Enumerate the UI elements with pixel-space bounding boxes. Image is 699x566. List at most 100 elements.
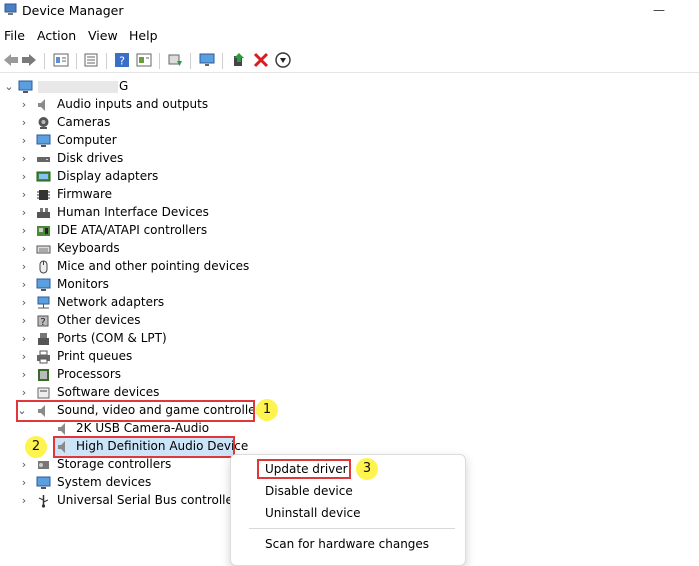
- computer-icon: [36, 134, 51, 147]
- tree-item[interactable]: › Human Interface Devices: [0, 204, 699, 222]
- chevron-right-icon[interactable]: ›: [18, 240, 30, 258]
- context-menu: Update driver 3 Disable device Uninstall…: [230, 454, 466, 566]
- redacted-computer-name: [38, 81, 118, 93]
- minimize-button[interactable]: —: [636, 0, 682, 22]
- tree-item[interactable]: › Processors: [0, 366, 699, 384]
- tree-item-label: Audio inputs and outputs: [57, 97, 209, 111]
- chevron-right-icon[interactable]: ›: [18, 186, 30, 204]
- show-hide-icon[interactable]: [82, 51, 100, 69]
- update-driver-icon[interactable]: [166, 51, 184, 69]
- menu-file[interactable]: File: [4, 28, 25, 43]
- highlight-box-1: [16, 400, 255, 422]
- unknown-device-icon: ?: [37, 315, 49, 328]
- chevron-right-icon[interactable]: ›: [18, 366, 30, 384]
- forward-icon[interactable]: [20, 51, 38, 69]
- context-menu-uninstall-device[interactable]: Uninstall device: [265, 506, 361, 520]
- tree-item-label: Software devices: [57, 385, 160, 399]
- chevron-right-icon[interactable]: ›: [18, 258, 30, 276]
- title-bar: Device Manager —: [0, 0, 699, 22]
- tree-item-label: Processors: [57, 367, 122, 381]
- menu-bar: File Action View Help: [0, 25, 699, 45]
- step-badge-1: 1: [256, 399, 278, 421]
- tree-item[interactable]: › Audio inputs and outputs: [0, 96, 699, 114]
- tree-item[interactable]: › Display adapters: [0, 168, 699, 186]
- tree-item[interactable]: › Keyboards: [0, 240, 699, 258]
- system-icon: [36, 476, 51, 489]
- view-icon[interactable]: [135, 51, 153, 69]
- chevron-right-icon[interactable]: ›: [18, 348, 30, 366]
- menu-view[interactable]: View: [88, 28, 118, 43]
- menu-action[interactable]: Action: [37, 28, 76, 43]
- tree-item-label: Keyboards: [57, 241, 120, 255]
- chip-icon: [37, 190, 50, 200]
- highlight-box-2: [53, 436, 235, 458]
- toolbar-separator: [106, 53, 107, 69]
- keyboard-icon: [36, 245, 51, 254]
- port-icon: [38, 333, 49, 345]
- properties-icon[interactable]: [52, 51, 70, 69]
- help-icon[interactable]: ?: [113, 51, 131, 69]
- tree-item[interactable]: › Computer: [0, 132, 699, 150]
- chevron-right-icon[interactable]: ›: [18, 96, 30, 114]
- network-icon: [37, 296, 50, 309]
- download-icon[interactable]: [274, 51, 292, 69]
- disk-icon: [37, 157, 50, 162]
- chevron-right-icon[interactable]: ›: [18, 474, 30, 492]
- printer-icon: [37, 350, 50, 364]
- tree-item-label: Print queues: [57, 349, 133, 363]
- tree-root-label: G: [119, 79, 129, 93]
- speaker-icon: [38, 99, 45, 111]
- tree-item-label: Other devices: [57, 313, 141, 327]
- monitor-icon: [36, 278, 51, 291]
- speaker-icon: [58, 423, 65, 435]
- chevron-down-icon[interactable]: ⌄: [3, 78, 15, 96]
- chevron-right-icon[interactable]: ›: [18, 132, 30, 150]
- hid-icon: [37, 208, 50, 218]
- chevron-right-icon[interactable]: ›: [18, 330, 30, 348]
- step-badge-2: 2: [25, 436, 47, 458]
- context-menu-scan-hardware[interactable]: Scan for hardware changes: [265, 537, 429, 551]
- software-icon: [37, 387, 50, 399]
- tree-item[interactable]: › Mice and other pointing devices: [0, 258, 699, 276]
- chevron-right-icon[interactable]: ›: [18, 492, 30, 510]
- chevron-right-icon[interactable]: ›: [18, 456, 30, 474]
- toolbar-separator: [76, 53, 77, 69]
- device-manager-icon: [4, 3, 17, 15]
- chevron-right-icon[interactable]: ›: [18, 168, 30, 186]
- chevron-right-icon[interactable]: ›: [18, 276, 30, 294]
- chevron-right-icon[interactable]: ›: [18, 222, 30, 240]
- display-icon: [36, 171, 51, 182]
- tree-item[interactable]: › Cameras: [0, 114, 699, 132]
- back-icon[interactable]: [2, 51, 20, 69]
- tree-item-label: Firmware: [57, 187, 112, 201]
- context-menu-disable-device[interactable]: Disable device: [265, 484, 353, 498]
- chevron-right-icon[interactable]: ›: [18, 150, 30, 168]
- tree-item[interactable]: › IDE ATA/ATAPI controllers: [0, 222, 699, 240]
- tree-item[interactable]: › Print queues: [0, 348, 699, 366]
- tree-item[interactable]: › Ports (COM & LPT): [0, 330, 699, 348]
- tree-item[interactable]: › Network adapters: [0, 294, 699, 312]
- tree-root[interactable]: ⌄ G: [0, 78, 699, 96]
- chevron-right-icon[interactable]: ›: [18, 312, 30, 330]
- menu-help[interactable]: Help: [129, 28, 158, 43]
- tree-item-label: Universal Serial Bus controllers: [57, 493, 245, 507]
- tree-item-label: 2K USB Camera-Audio: [76, 421, 210, 435]
- tree-item-label: Mice and other pointing devices: [57, 259, 250, 273]
- tree-item[interactable]: › Disk drives: [0, 150, 699, 168]
- tree-item-label: Network adapters: [57, 295, 165, 309]
- toolbar-separator: [44, 53, 45, 69]
- chevron-right-icon[interactable]: ›: [18, 204, 30, 222]
- controller-icon: [37, 226, 50, 236]
- tree-item[interactable]: › ? Other devices: [0, 312, 699, 330]
- scan-monitor-icon[interactable]: [198, 51, 216, 69]
- window-title: Device Manager: [22, 3, 124, 18]
- uninstall-icon[interactable]: [252, 51, 270, 69]
- enable-device-icon[interactable]: [230, 51, 248, 69]
- tree-item-label: Human Interface Devices: [57, 205, 209, 219]
- tree-item[interactable]: › Firmware: [0, 186, 699, 204]
- tree-item[interactable]: › Monitors: [0, 276, 699, 294]
- mouse-icon: [39, 260, 48, 274]
- chevron-right-icon[interactable]: ›: [18, 114, 30, 132]
- tree-item-label: Storage controllers: [57, 457, 172, 471]
- chevron-right-icon[interactable]: ›: [18, 294, 30, 312]
